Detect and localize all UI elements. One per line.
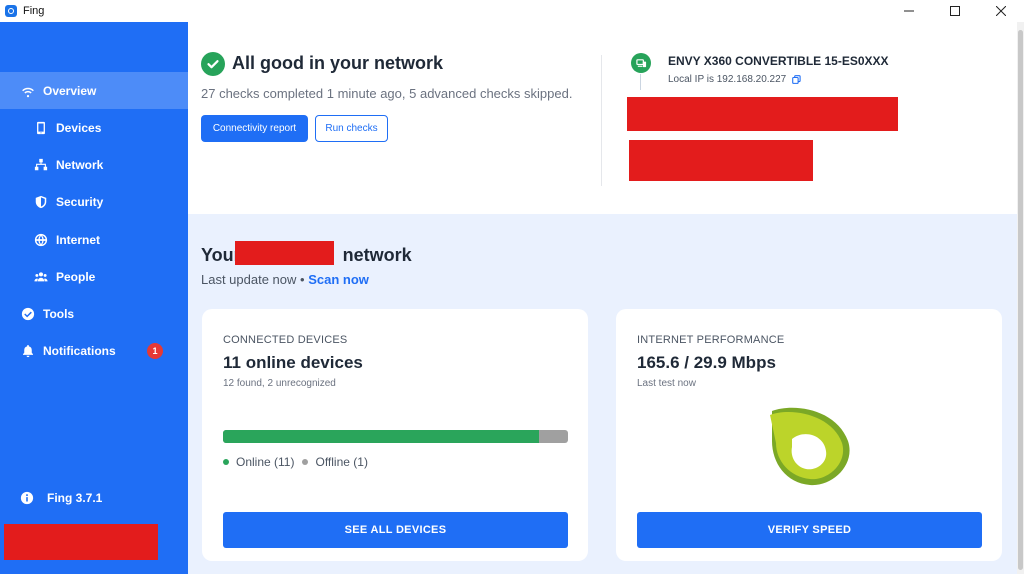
- people-icon: [34, 270, 48, 284]
- check-circle-icon: [21, 307, 35, 321]
- network-update-row: Last update now • Scan now: [201, 272, 369, 287]
- verify-speed-button[interactable]: VERIFY SPEED: [637, 512, 982, 548]
- close-icon: [996, 6, 1006, 16]
- see-all-devices-button[interactable]: SEE ALL DEVICES: [223, 512, 568, 548]
- internet-performance-card: INTERNET PERFORMANCE 165.6 / 29.9 Mbps L…: [616, 309, 1002, 561]
- online-dot: [223, 459, 229, 465]
- sidebar-item-label: Network: [56, 157, 104, 172]
- sidebar-item-internet[interactable]: Internet: [0, 221, 188, 258]
- devices-legend: Online (11) Offline (1): [223, 455, 368, 469]
- device-connector-line: [640, 74, 641, 90]
- status-ok-icon: [201, 52, 225, 76]
- info-icon: [20, 491, 34, 505]
- minimize-button[interactable]: [886, 0, 932, 22]
- notification-badge: 1: [147, 343, 163, 359]
- section-divider: [601, 55, 602, 186]
- vertical-scrollbar[interactable]: [1017, 22, 1024, 574]
- maximize-icon: [950, 6, 960, 16]
- sidebar-item-label: Security: [56, 194, 104, 209]
- device-ip: Local IP is 192.168.20.227: [668, 74, 787, 85]
- sidebar-item-security[interactable]: Security: [0, 183, 188, 220]
- sidebar-item-tools[interactable]: Tools: [0, 295, 188, 332]
- scan-now-link[interactable]: Scan now: [308, 272, 369, 287]
- scrollbar-thumb[interactable]: [1018, 30, 1023, 570]
- connectivity-report-button[interactable]: Connectivity report: [201, 115, 308, 142]
- status-subtitle: 27 checks completed 1 minute ago, 5 adva…: [201, 86, 573, 101]
- last-test-text: Last test now: [637, 378, 696, 389]
- sidebar-item-label: People: [56, 269, 96, 284]
- sidebar-item-label: Tools: [43, 306, 75, 321]
- redacted-account: [4, 524, 158, 560]
- version-label: Fing 3.7.1: [47, 491, 103, 505]
- sidebar-item-label: Notifications: [43, 343, 116, 358]
- speed-value: 165.6 / 29.9 Mbps: [637, 353, 776, 372]
- online-devices-bar: [223, 430, 568, 443]
- online-devices-bar-fill: [223, 430, 540, 443]
- phone-icon: [34, 121, 48, 135]
- minimize-icon: [904, 10, 914, 12]
- laptop-device-icon: [631, 53, 651, 73]
- title-bar: Fing: [0, 0, 1024, 22]
- window-controls: [886, 0, 1024, 22]
- app-version[interactable]: Fing 3.7.1: [20, 491, 102, 505]
- device-name: ENVY X360 CONVERTIBLE 15-ES0XXX: [668, 54, 889, 68]
- sidebar-item-people[interactable]: People: [0, 258, 188, 295]
- connected-devices-card: CONNECTED DEVICES 11 online devices 12 f…: [202, 309, 588, 561]
- sidebar-item-label: Devices: [56, 120, 102, 135]
- copy-icon[interactable]: [792, 75, 801, 84]
- offline-dot: [302, 459, 309, 465]
- devices-found-summary: 12 found, 2 unrecognized: [223, 378, 336, 389]
- sidebar-item-notifications[interactable]: Notifications 1: [0, 332, 188, 369]
- close-button[interactable]: [978, 0, 1024, 22]
- network-icon: [34, 158, 48, 172]
- device-ip-row: Local IP is 192.168.20.227: [668, 74, 801, 85]
- bell-icon: [21, 344, 35, 358]
- online-legend-label: Online (11): [236, 455, 295, 469]
- sidebar-item-network[interactable]: Network: [0, 146, 188, 183]
- status-title: All good in your network: [232, 53, 443, 73]
- sidebar-item-devices[interactable]: Devices: [0, 109, 188, 146]
- sidebar-item-label: Internet: [56, 232, 101, 247]
- online-devices-count: 11 online devices: [223, 353, 363, 372]
- redacted-network-name: [235, 241, 334, 265]
- offline-legend-label: Offline (1): [315, 455, 368, 469]
- isp-logo-icon: [770, 407, 850, 486]
- redacted-info-1: [627, 97, 898, 131]
- fing-app-icon: [5, 5, 17, 17]
- maximize-button[interactable]: [932, 0, 978, 22]
- wifi-icon: [21, 84, 35, 98]
- sidebar-item-overview[interactable]: Overview: [0, 72, 188, 109]
- sidebar-item-label: Overview: [43, 83, 97, 98]
- network-title-suffix: network: [342, 244, 412, 265]
- shield-icon: [34, 195, 48, 209]
- globe-icon: [34, 233, 48, 247]
- card-label: CONNECTED DEVICES: [223, 334, 348, 346]
- window-title: Fing: [23, 5, 45, 17]
- redacted-info-2: [629, 140, 813, 181]
- last-update-text: Last update now •: [201, 272, 305, 287]
- run-checks-button[interactable]: Run checks: [315, 115, 388, 142]
- sidebar: Overview Devices Network Security Intern…: [0, 22, 188, 574]
- card-label: INTERNET PERFORMANCE: [637, 334, 785, 346]
